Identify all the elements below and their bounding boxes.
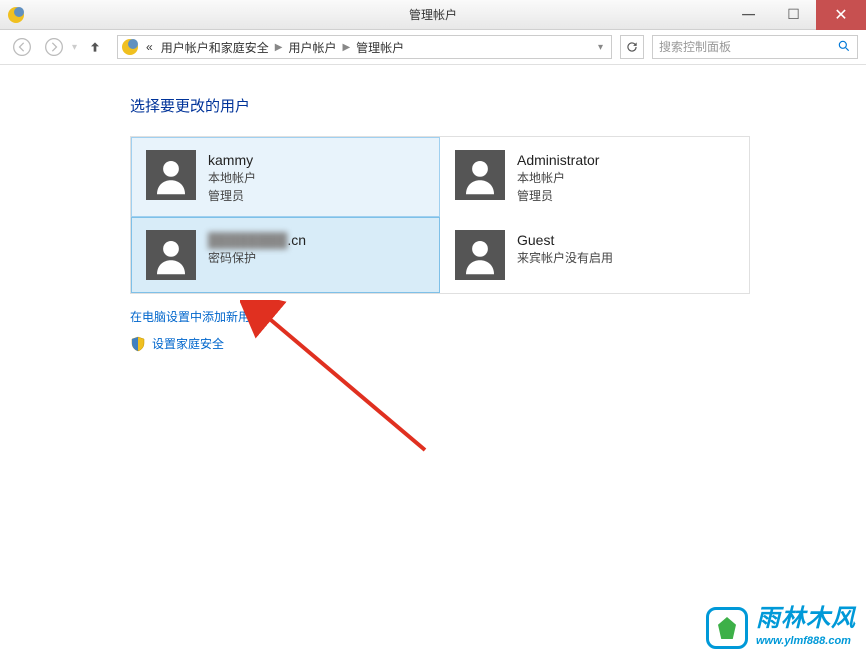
watermark-logo-icon — [706, 607, 748, 649]
window-controls: ─ ☐ ✕ — [726, 0, 866, 30]
account-name: ████████.cn — [208, 232, 306, 248]
chevron-right-icon: ▶ — [273, 42, 285, 53]
breadcrumb: « 用户帐户和家庭安全 ▶ 用户帐户 ▶ 管理帐户 — [142, 39, 408, 56]
account-info: Guest 来宾帐户没有启用 — [517, 230, 613, 266]
nav-history-dropdown[interactable]: ▾ — [72, 42, 77, 53]
back-button[interactable] — [8, 33, 36, 61]
breadcrumb-item[interactable]: 用户帐户 — [284, 39, 340, 56]
window-titlebar: 管理帐户 ─ ☐ ✕ — [0, 0, 866, 30]
app-icon — [8, 7, 24, 23]
breadcrumb-item[interactable]: 管理帐户 — [352, 39, 408, 56]
account-info: Administrator 本地帐户 管理员 — [517, 150, 599, 204]
maximize-button[interactable]: ☐ — [771, 0, 816, 30]
search-icon[interactable] — [837, 39, 851, 56]
chevron-right-icon: ▶ — [340, 42, 352, 53]
avatar-icon — [455, 150, 505, 200]
page-heading: 选择要更改的用户 — [130, 95, 866, 116]
address-bar[interactable]: « 用户帐户和家庭安全 ▶ 用户帐户 ▶ 管理帐户 ▾ — [117, 35, 612, 59]
account-role: 管理员 — [517, 187, 599, 204]
avatar-icon — [146, 230, 196, 280]
family-safety-link[interactable]: 设置家庭安全 — [130, 335, 866, 352]
account-info: kammy 本地帐户 管理员 — [208, 150, 256, 204]
forward-button[interactable] — [40, 33, 68, 61]
account-name: Administrator — [517, 152, 599, 168]
account-name: Guest — [517, 232, 613, 248]
account-type: 来宾帐户没有启用 — [517, 249, 613, 266]
close-button[interactable]: ✕ — [816, 0, 866, 30]
account-info: ████████.cn 密码保护 — [208, 230, 306, 266]
window-title: 管理帐户 — [409, 6, 457, 23]
location-icon — [122, 39, 138, 55]
avatar-icon — [455, 230, 505, 280]
account-card-guest[interactable]: Guest 来宾帐户没有启用 — [440, 217, 749, 293]
watermark-url: www.ylmf888.com — [756, 635, 851, 647]
search-input[interactable] — [659, 40, 837, 54]
breadcrumb-item[interactable]: 用户帐户和家庭安全 — [157, 39, 273, 56]
search-box[interactable] — [652, 35, 858, 59]
avatar-icon — [146, 150, 196, 200]
navigation-bar: ▾ « 用户帐户和家庭安全 ▶ 用户帐户 ▶ 管理帐户 ▾ — [0, 30, 866, 65]
up-button[interactable] — [81, 33, 109, 61]
add-user-link[interactable]: 在电脑设置中添加新用户 — [130, 308, 866, 325]
minimize-button[interactable]: ─ — [726, 0, 771, 30]
account-type: 本地帐户 — [208, 169, 256, 186]
watermark: 雨林木风 www.ylmf888.com — [706, 607, 856, 649]
account-name: kammy — [208, 152, 256, 168]
watermark-brand: 雨林木风 — [756, 607, 856, 631]
account-card-kammy[interactable]: kammy 本地帐户 管理员 — [131, 137, 440, 217]
address-dropdown-icon[interactable]: ▾ — [594, 42, 607, 53]
account-card-blurred[interactable]: ████████.cn 密码保护 — [131, 217, 440, 293]
content-area: 选择要更改的用户 kammy 本地帐户 管理员 Administrator 本地… — [0, 65, 866, 352]
account-role: 管理员 — [208, 187, 256, 204]
action-links: 在电脑设置中添加新用户 设置家庭安全 — [130, 308, 866, 352]
account-type: 本地帐户 — [517, 169, 599, 186]
shield-icon — [130, 336, 146, 352]
account-card-administrator[interactable]: Administrator 本地帐户 管理员 — [440, 137, 749, 217]
breadcrumb-prefix[interactable]: « — [142, 40, 157, 54]
account-list: kammy 本地帐户 管理员 Administrator 本地帐户 管理员 ██… — [130, 136, 750, 294]
watermark-text: 雨林木风 www.ylmf888.com — [756, 607, 856, 649]
refresh-button[interactable] — [620, 35, 644, 59]
account-type: 密码保护 — [208, 249, 306, 266]
